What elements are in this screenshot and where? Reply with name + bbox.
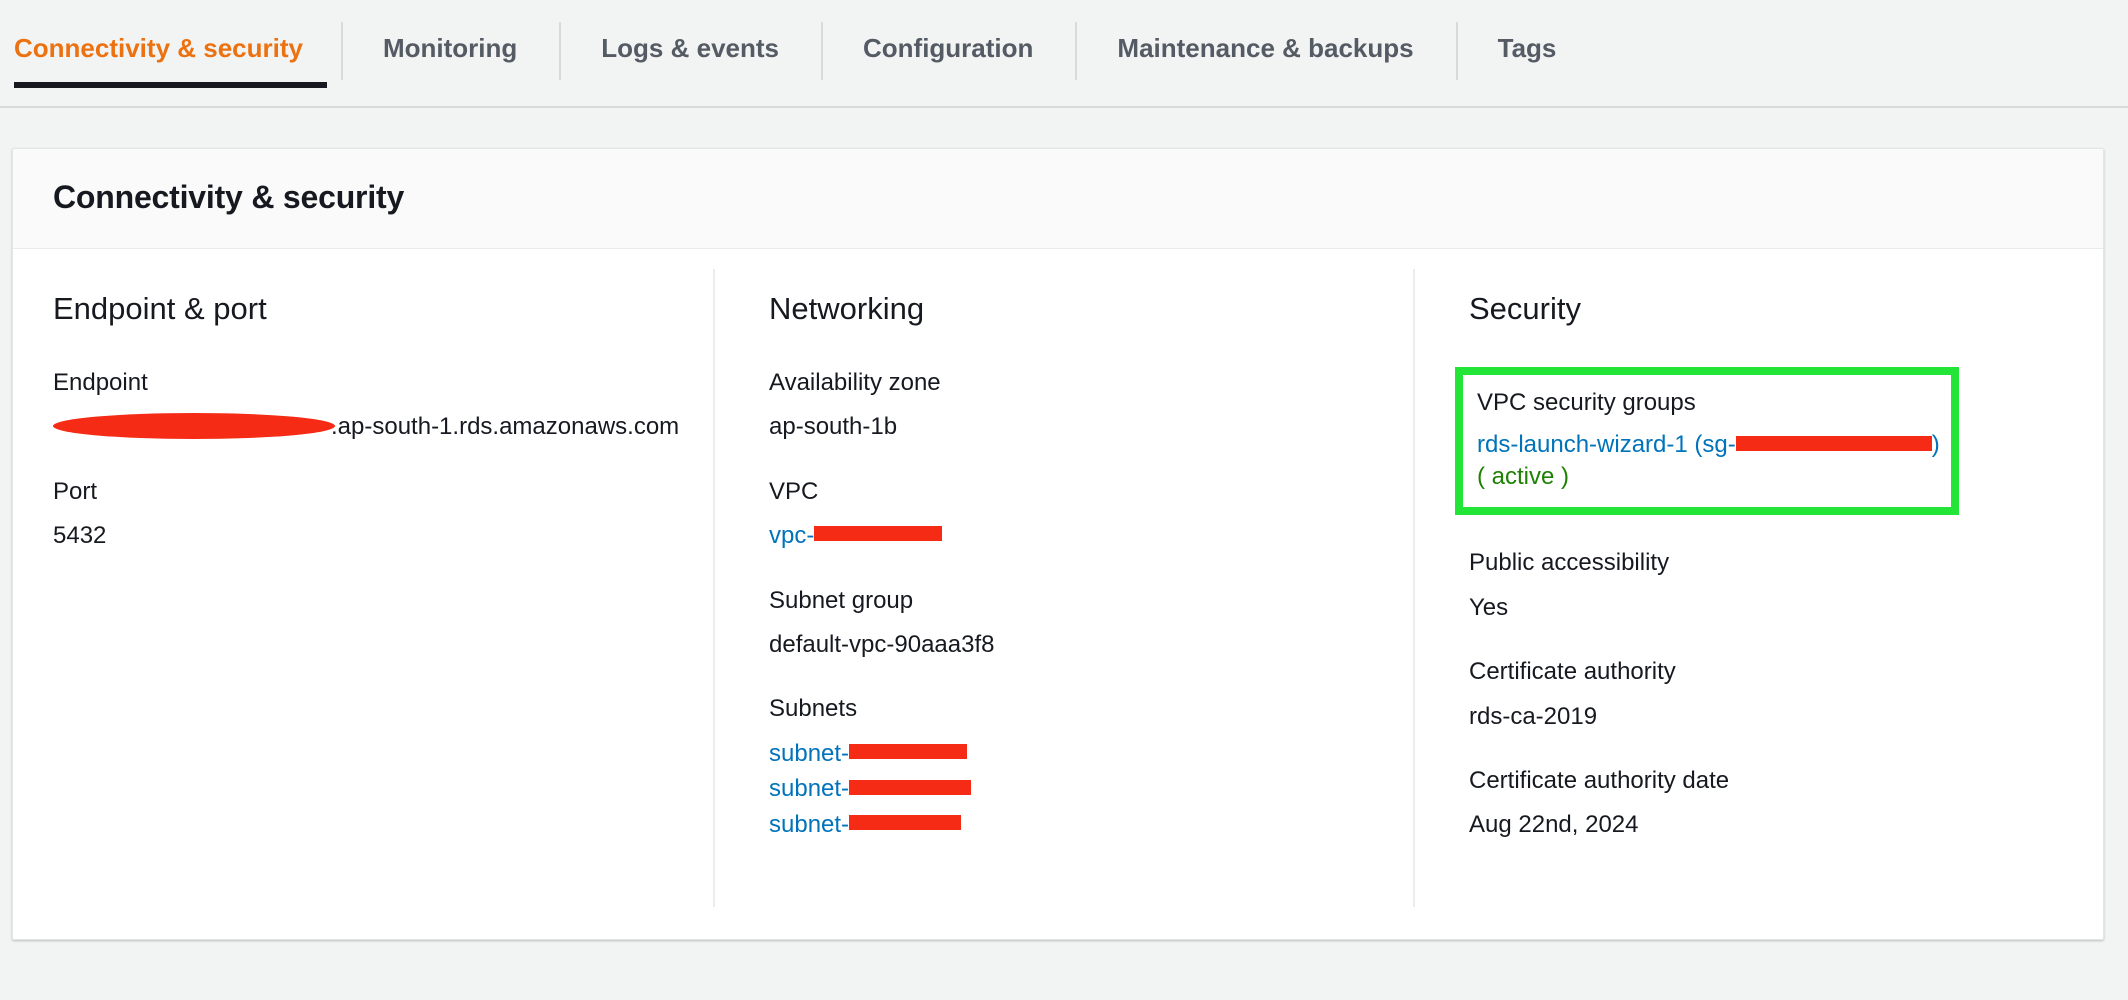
card-header: Connectivity & security (13, 149, 2103, 249)
tab-configuration[interactable]: Configuration (821, 0, 1075, 96)
field-subnets: Subnets subnet- subnet- subnet- (769, 693, 1373, 840)
tab-label: Maintenance & backups (1117, 32, 1414, 63)
field-value-endpoint: .ap-south-1.rds.amazonaws.com (53, 411, 679, 443)
field-label-endpoint: Endpoint (53, 369, 148, 396)
field-label-vpc-security-groups: VPC security groups (1477, 389, 1696, 416)
field-public-accessibility: Public accessibility Yes (1469, 547, 2063, 624)
card-body: Endpoint & port Endpoint .ap-south-1.rds… (13, 249, 2103, 939)
field-label-public-accessibility: Public accessibility (1469, 549, 1670, 577)
tab-logs-and-events[interactable]: Logs & events (559, 0, 821, 96)
tab-maintenance-and-backups[interactable]: Maintenance & backups (1075, 0, 1455, 96)
field-value-subnet-group: default-vpc-90aaa3f8 (769, 630, 995, 658)
tab-label: Connectivity & security (14, 32, 303, 63)
section-heading-networking: Networking (769, 291, 925, 326)
field-value-port: 5432 (53, 522, 107, 550)
subnet-link-label: subnet- (769, 811, 850, 839)
tab-label: Logs & events (601, 32, 779, 63)
redaction-mark-subnet-id (849, 743, 968, 759)
field-certificate-authority: Certificate authority rds-ca-2019 (1469, 656, 2063, 733)
field-value-availability-zone: ap-south-1b (769, 413, 898, 441)
security-group-link-label: rds-launch-wizard-1 (sg- (1477, 431, 1736, 459)
field-availability-zone: Availability zone ap-south-1b (769, 367, 1373, 444)
list-item: subnet- (769, 738, 1373, 770)
section-heading-security: Security (1469, 291, 1581, 326)
list-item: subnet- (769, 773, 1373, 805)
field-port: Port 5432 (53, 476, 673, 553)
tab-label: Tags (1497, 32, 1557, 63)
section-networking: Networking Availability zone ap-south-1b… (713, 249, 1413, 939)
field-value-certificate-authority: rds-ca-2019 (1469, 702, 1598, 730)
subnet-link[interactable]: subnet- (769, 775, 972, 803)
section-endpoint-and-port: Endpoint & port Endpoint .ap-south-1.rds… (13, 249, 713, 939)
tab-label: Configuration (863, 32, 1034, 63)
field-vpc-security-groups: VPC security groups rds-launch-wizard-1 … (1477, 387, 1940, 491)
redaction-mark-vpc-id (814, 526, 943, 542)
field-endpoint: Endpoint .ap-south-1.rds.amazonaws.com (53, 367, 679, 444)
section-heading-endpoint-and-port: Endpoint & port (53, 291, 267, 326)
tab-bar: Connectivity & security Monitoring Logs … (0, 0, 2128, 118)
subnet-link[interactable]: subnet- (769, 811, 962, 839)
status-badge: ( active ) (1477, 463, 1570, 491)
field-certificate-authority-date: Certificate authority date Aug 22nd, 202… (1469, 765, 2063, 842)
field-subnet-group: Subnet group default-vpc-90aaa3f8 (769, 585, 1373, 662)
endpoint-visible-suffix: .ap-south-1.rds.amazonaws.com (331, 413, 680, 441)
field-label-subnets: Subnets (769, 695, 858, 723)
list-item: subnet- (769, 809, 1373, 841)
redaction-mark-subnet-id (849, 779, 972, 795)
subnet-link-label: subnet- (769, 739, 850, 767)
vpc-link-label: vpc- (769, 522, 815, 550)
field-label-subnet-group: Subnet group (769, 586, 914, 614)
page-title: Connectivity & security (53, 179, 405, 215)
highlight-annotation-vpc-security-groups: VPC security groups rds-launch-wizard-1 … (1455, 367, 1959, 516)
field-value-vpc: vpc- (769, 520, 1373, 552)
field-vpc: VPC vpc- (769, 476, 1373, 553)
connectivity-security-card: Connectivity & security Endpoint & port … (12, 148, 2104, 940)
redaction-mark-security-group-id (1735, 435, 1932, 451)
section-security: Security VPC security groups rds-launch-… (1413, 249, 2103, 939)
redaction-mark-subnet-id (849, 815, 962, 831)
subnet-link-label: subnet- (769, 775, 850, 803)
tab-label: Monitoring (382, 32, 518, 63)
security-group-link-suffix: ) (1931, 431, 1940, 459)
field-label-vpc: VPC (769, 477, 819, 505)
field-label-certificate-authority-date: Certificate authority date (1469, 766, 1730, 794)
field-label-certificate-authority: Certificate authority (1469, 658, 1676, 686)
subnet-list: subnet- subnet- subnet- (769, 738, 1373, 841)
tab-tags[interactable]: Tags (1455, 0, 1599, 96)
field-value-certificate-authority-date: Aug 22nd, 2024 (1469, 811, 1639, 839)
tab-monitoring[interactable]: Monitoring (340, 0, 559, 96)
field-label-availability-zone: Availability zone (769, 369, 941, 396)
field-value-vpc-security-groups: rds-launch-wizard-1 (sg-) (1477, 431, 1940, 459)
field-value-public-accessibility: Yes (1469, 593, 1509, 621)
subnet-link[interactable]: subnet- (769, 739, 968, 767)
tab-connectivity-and-security[interactable]: Connectivity & security (0, 0, 341, 96)
redaction-mark-endpoint (53, 413, 335, 440)
field-label-port: Port (53, 477, 98, 505)
security-group-link[interactable]: rds-launch-wizard-1 (sg-) (1477, 431, 1940, 458)
vpc-link[interactable]: vpc- (769, 522, 943, 550)
